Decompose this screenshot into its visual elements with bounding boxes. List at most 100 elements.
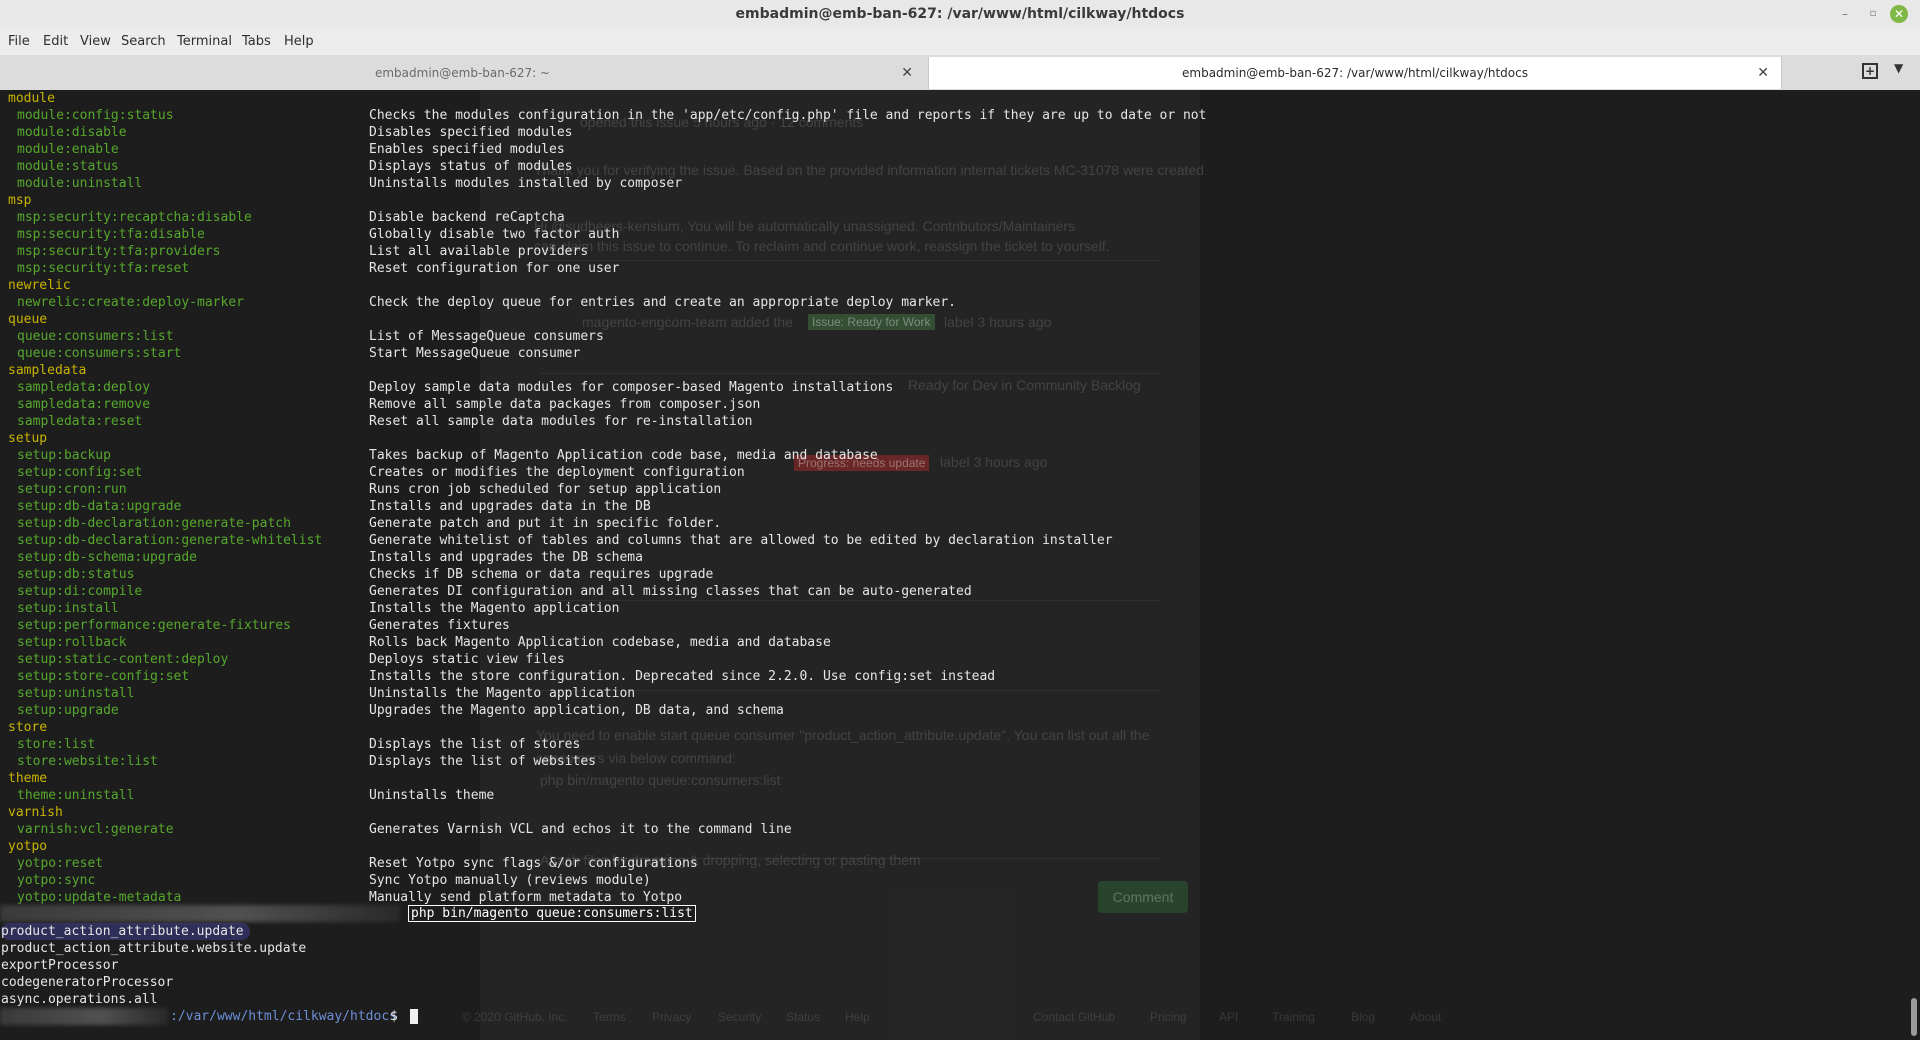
command-row: setup:db-declaration:generate-patch Gener… [0, 515, 1908, 532]
command-description: Checks the modules configuration in the … [369, 108, 1207, 123]
command-group-name: yotpo [8, 839, 48, 854]
command-row: setup:backup Takes backup of Magento Appl… [0, 447, 1908, 464]
text-cursor [410, 1009, 418, 1024]
command-group-row: newrelic [0, 277, 1908, 294]
menu-tabs[interactable]: Tabs [242, 34, 271, 49]
output-row: product_action_attribute.website.update [0, 940, 1908, 957]
command-row: store:list Displays the list of stores [0, 736, 1908, 753]
menu-help[interactable]: Help [284, 34, 314, 49]
terminal-window: embadmin@emb-ban-627: /var/www/html/cilk… [0, 0, 1920, 1040]
command-group-row: yotpo [0, 838, 1908, 855]
ghost-footer-link: Privacy [652, 1010, 692, 1024]
typed-command[interactable]: php bin/magento queue:consumers:list [408, 905, 696, 922]
menu-edit[interactable]: Edit [43, 34, 68, 49]
menu-file[interactable]: File [8, 34, 30, 49]
output-row: async.operations.all [0, 991, 1908, 1008]
minimize-icon[interactable]: – [1836, 5, 1854, 23]
close-icon[interactable]: ✕ [1890, 5, 1908, 23]
consumer-name: async.operations.all [1, 992, 158, 1007]
redacted-user-host [0, 1008, 168, 1025]
command-row: setup:db-data:upgrade Installs and upgrad… [0, 498, 1908, 515]
output-row: codegeneratorProcessor [0, 974, 1908, 991]
tab-label: embadmin@emb-ban-627: /var/www/html/cilk… [1182, 66, 1528, 80]
ghost-footer-link: © 2020 GitHub, Inc. [462, 1010, 568, 1024]
ghost-footer-link: Contact GitHub [1033, 1010, 1116, 1024]
command-name: setup:db-declaration:generate-patch [17, 516, 291, 531]
command-name: yotpo:reset [17, 856, 104, 871]
command-row: setup:install Installs the Magento applic… [0, 600, 1908, 617]
command-description: Generates Varnish VCL and echos it to th… [369, 822, 792, 837]
command-name: theme:uninstall [17, 788, 135, 803]
command-row: module:uninstall Uninstalls modules insta… [0, 175, 1908, 192]
command-name: setup:uninstall [17, 686, 135, 701]
command-name: setup:cron:run [17, 482, 127, 497]
command-name: setup:db-declaration:generate-whitelist [17, 533, 323, 548]
tab-close-icon[interactable]: ✕ [1757, 57, 1769, 89]
menu-view[interactable]: View [80, 34, 111, 49]
command-row: newrelic:create:deploy-marker Check the d… [0, 294, 1908, 311]
ghost-footer-link: Help [845, 1010, 870, 1024]
command-name: setup:backup [17, 448, 111, 463]
command-name: setup:performance:generate-fixtures [17, 618, 291, 633]
prompt-row[interactable]: :/var/www/html/cilkway/htdocs $ [0, 1008, 1908, 1025]
ghost-footer-link: Security [718, 1010, 762, 1024]
command-group-row: msp [0, 192, 1908, 209]
command-group-name: setup [8, 431, 48, 446]
tab-home[interactable]: embadmin@emb-ban-627: ~ ✕ [0, 57, 925, 89]
command-name: sampledata:remove [17, 397, 151, 412]
command-row: queue:consumers:list List of MessageQueue… [0, 328, 1908, 345]
tab-htdocs[interactable]: embadmin@emb-ban-627: /var/www/html/cilk… [928, 57, 1782, 89]
command-description: Generate whitelist of tables and columns… [369, 533, 1113, 548]
command-name: msp:security:tfa:providers [17, 244, 221, 259]
command-group-row: varnish [0, 804, 1908, 821]
consumer-name: codegeneratorProcessor [1, 975, 174, 990]
chevron-down-icon[interactable]: ▼ [1894, 61, 1903, 75]
command-row: queue:consumers:start Start MessageQueue … [0, 345, 1908, 362]
window-title: embadmin@emb-ban-627: /var/www/html/cilk… [735, 6, 1185, 22]
command-description: Generate patch and put it in specific fo… [369, 516, 722, 531]
ghost-footer-link: About [1410, 1010, 1442, 1024]
new-tab-icon[interactable]: + [1862, 63, 1878, 79]
output-row: exportProcessor [0, 957, 1908, 974]
consumer-name: exportProcessor [1, 958, 119, 973]
command-group-name: theme [8, 771, 48, 786]
command-group-row: setup [0, 430, 1908, 447]
command-group-row: sampledata [0, 362, 1908, 379]
menu-terminal[interactable]: Terminal [177, 34, 232, 49]
command-description: Displays the list of websites [369, 754, 596, 769]
command-row: setup:rollback Rolls back Magento Applica… [0, 634, 1908, 651]
command-row: yotpo:sync Sync Yotpo manually (reviews m… [0, 872, 1908, 889]
command-row: sampledata:remove Remove all sample data … [0, 396, 1908, 413]
command-row: sampledata:reset Reset all sample data mo… [0, 413, 1908, 430]
menu-search[interactable]: Search [121, 34, 166, 49]
tab-close-icon[interactable]: ✕ [901, 57, 913, 89]
command-description: Displays the list of stores [369, 737, 581, 752]
command-row: module:disable Disables specified modules [0, 124, 1908, 141]
command-name: setup:db:status [17, 567, 135, 582]
command-description: Reset Yotpo sync flags &/or configuratio… [369, 856, 698, 871]
command-name: setup:db-data:upgrade [17, 499, 182, 514]
command-group-row: store [0, 719, 1908, 736]
command-name: yotpo:update-metadata [17, 890, 182, 905]
command-name: setup:upgrade [17, 703, 119, 718]
command-description: Check the deploy queue for entries and c… [369, 295, 956, 310]
command-description: List of MessageQueue consumers [369, 329, 604, 344]
command-name: sampledata:deploy [17, 380, 151, 395]
command-row: setup:static-content:deploy Deploys stati… [0, 651, 1908, 668]
command-name: setup:config:set [17, 465, 143, 480]
command-name: setup:di:compile [17, 584, 143, 599]
command-description: Installs and upgrades data in the DB [369, 499, 651, 514]
command-name: varnish:vcl:generate [17, 822, 174, 837]
command-description: Rolls back Magento Application codebase,… [369, 635, 831, 650]
command-description: Uninstalls the Magento application [369, 686, 636, 701]
command-name: module:status [17, 159, 119, 174]
command-row: store:website:list Displays the list of w… [0, 753, 1908, 770]
scrollbar[interactable] [1908, 90, 1920, 1040]
prompt-path: :/var/www/html/cilkway/htdocs [170, 1009, 397, 1024]
command-description: Start MessageQueue consumer [369, 346, 581, 361]
command-group-row: queue [0, 311, 1908, 328]
terminal-output[interactable]: opened this issue 5 hours ago · 12 comme… [0, 90, 1908, 1040]
command-row: setup:db:status Checks if DB schema or da… [0, 566, 1908, 583]
scrollbar-thumb[interactable] [1911, 998, 1917, 1036]
maximize-icon[interactable]: ▫ [1864, 5, 1882, 23]
